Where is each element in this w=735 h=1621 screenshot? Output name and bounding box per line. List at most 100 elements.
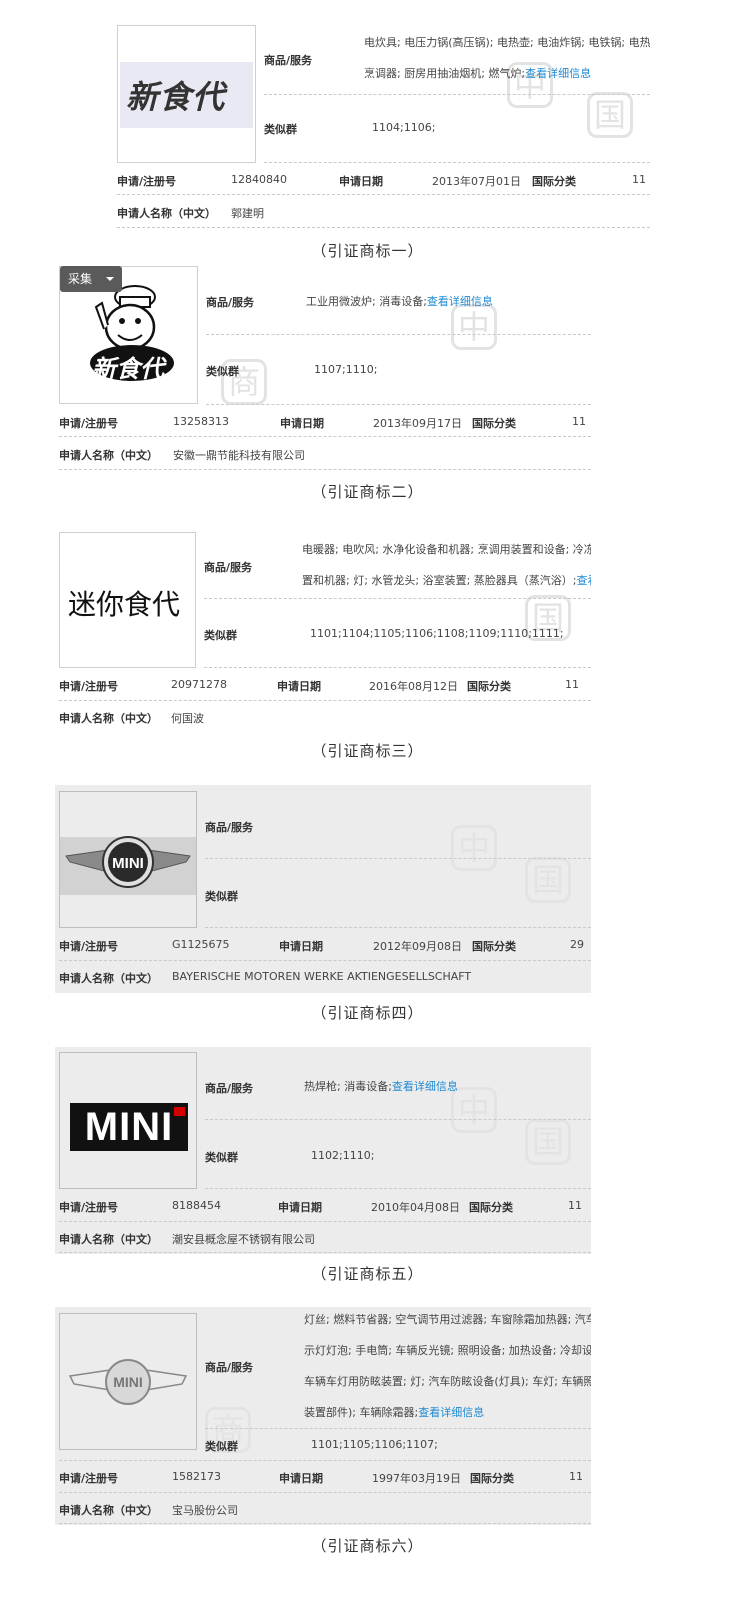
reg-no: 20971278 <box>171 678 227 691</box>
similar-groups: 1104;1106; <box>372 121 436 134</box>
reg-no-label: 申请/注册号 <box>59 1201 119 1214</box>
goods-label: 商品/服务 <box>205 1361 254 1374</box>
trademark-card-2: 中 商 新食代 商品/服务 工业用微波炉; 消毒设备;查看详细信息 类似群 11… <box>59 264 591 474</box>
intl-class-label: 国际分类 <box>467 680 511 693</box>
detail-link[interactable]: 查看 <box>577 574 591 587</box>
trademark-logo: MINI <box>59 1313 197 1450</box>
reg-no: 13258313 <box>173 415 229 428</box>
detail-link[interactable]: 查看详细信息 <box>525 67 591 80</box>
trademark-card-4: 中 国 MINI 商品/服务 类似群 申请/注册号 G1125675 申请日期 … <box>55 785 591 993</box>
app-date: 2013年09月17日 <box>373 417 462 430</box>
similar-label: 类似群 <box>205 1440 238 1453</box>
intl-class: 11 <box>565 678 579 691</box>
caption-5: （引证商标五） <box>311 1265 424 1283</box>
applicant-name: 宝马股份公司 <box>172 1504 238 1517</box>
applicant-label: 申请人名称（中文） <box>117 207 216 220</box>
trademark-logo: 新食代 <box>117 25 256 163</box>
app-date-label: 申请日期 <box>278 1201 322 1214</box>
caption-2: （引证商标二） <box>311 483 424 501</box>
intl-class: 11 <box>568 1199 582 1212</box>
intl-class: 11 <box>572 415 586 428</box>
mini-wings-logo-icon: MINI <box>68 1359 188 1405</box>
goods-text: 电暖器; 电吹风; 水净化设备和机器; 烹调用装置和设备; 冷冻 置和机器; 灯… <box>302 534 591 596</box>
similar-groups: 1101;1104;1105;1106;1108;1109;1110;1111; <box>310 627 564 640</box>
applicant-label: 申请人名称（中文） <box>59 712 158 725</box>
trademark-card-6: 商 MINI 商品/服务 灯丝; 燃料节省器; 空气调节用过滤器; 车窗除霜加热… <box>55 1307 591 1525</box>
applicant-name: 何国波 <box>171 712 204 725</box>
app-date: 2012年09月08日 <box>373 940 462 953</box>
reg-no-label: 申请/注册号 <box>117 175 177 188</box>
caption-4: （引证商标四） <box>311 1004 424 1022</box>
detail-link[interactable]: 查看详细信息 <box>427 295 493 308</box>
app-date: 2010年04月08日 <box>371 1201 460 1214</box>
mini-wings-logo-icon: MINI <box>65 836 191 888</box>
mini-logo-text: MINI <box>113 1374 143 1390</box>
goods-text: 电炊具; 电压力锅(高压锅); 电热壶; 电油炸锅; 电铁锅; 电热 烹调器; … <box>364 36 650 80</box>
mini-logo-text: MINI <box>112 855 144 872</box>
goods-label: 商品/服务 <box>206 296 255 309</box>
reg-no-label: 申请/注册号 <box>59 417 119 430</box>
app-date-label: 申请日期 <box>277 680 321 693</box>
detail-link[interactable]: 查看详细信息 <box>392 1080 458 1093</box>
intl-class: 29 <box>570 938 584 951</box>
applicant-label: 申请人名称（中文） <box>59 1233 158 1246</box>
detail-link[interactable]: 查看详细信息 <box>418 1406 484 1419</box>
trademark-card-3: 国 迷你食代 商品/服务 电暖器; 电吹风; 水净化设备和机器; 烹调用装置和设… <box>59 530 591 735</box>
trademark-logo-text: MINI <box>84 1105 174 1149</box>
app-date-label: 申请日期 <box>279 1472 323 1485</box>
app-date: 1997年03月19日 <box>372 1472 461 1485</box>
app-date-label: 申请日期 <box>279 940 323 953</box>
goods-label: 商品/服务 <box>205 821 254 834</box>
reg-no: G1125675 <box>172 938 230 951</box>
similar-groups: 1101;1105;1106;1107; <box>311 1438 438 1451</box>
goods-text: 灯丝; 燃料节省器; 空气调节用过滤器; 车窗除霜加热器; 汽车 示灯灯泡; 手… <box>304 1313 591 1419</box>
trademark-logo: MINI <box>59 1052 197 1189</box>
intl-class-label: 国际分类 <box>470 1472 514 1485</box>
trademark-logo: 迷你食代 <box>59 532 196 668</box>
app-date: 2013年07月01日 <box>432 175 521 188</box>
goods-text: 热焊枪; 消毒设备;查看详细信息 <box>304 1080 458 1093</box>
goods-text: 工业用微波炉; 消毒设备;查看详细信息 <box>306 295 493 308</box>
reg-no-label: 申请/注册号 <box>59 940 119 953</box>
similar-label: 类似群 <box>205 1151 238 1164</box>
goods-label: 商品/服务 <box>264 54 313 67</box>
similar-label: 类似群 <box>205 890 238 903</box>
trademark-card-1: 中 国 新食代 商品/服务 电炊具; 电压力锅(高压锅); 电热壶; 电油炸锅;… <box>117 22 650 232</box>
intl-class: 11 <box>569 1470 583 1483</box>
similar-label: 类似群 <box>264 123 297 136</box>
caret-down-icon <box>106 277 114 281</box>
caption-1: （引证商标一） <box>311 242 424 260</box>
trademark-card-5: 中 国 MINI 商品/服务 热焊枪; 消毒设备;查看详细信息 类似群 1102… <box>55 1047 591 1254</box>
applicant-name: BAYERISCHE MOTOREN WERKE AKTIENGESELLSCH… <box>172 970 472 983</box>
similar-groups: 1102;1110; <box>311 1149 375 1162</box>
intl-class-label: 国际分类 <box>472 940 516 953</box>
applicant-label: 申请人名称（中文） <box>59 972 158 985</box>
intl-class: 11 <box>632 173 646 186</box>
intl-class-label: 国际分类 <box>469 1201 513 1214</box>
intl-class-label: 国际分类 <box>472 417 516 430</box>
applicant-name: 安徽一鼎节能科技有限公司 <box>173 449 305 462</box>
reg-no: 8188454 <box>172 1199 221 1212</box>
reg-no-label: 申请/注册号 <box>59 680 119 693</box>
applicant-label: 申请人名称（中文） <box>59 449 158 462</box>
trademark-logo: MINI <box>59 791 197 928</box>
caption-6: （引证商标六） <box>311 1537 424 1555</box>
app-date-label: 申请日期 <box>339 175 383 188</box>
similar-groups: 1107;1110; <box>314 363 378 376</box>
app-date-label: 申请日期 <box>280 417 324 430</box>
applicant-label: 申请人名称（中文） <box>59 1504 158 1517</box>
trademark-logo-text: 迷你食代 <box>68 588 181 621</box>
applicant-name: 潮安县概念屋不锈钢有限公司 <box>172 1233 315 1246</box>
trademark-logo-text: 新食代 <box>126 78 226 116</box>
caption-3: （引证商标三） <box>311 742 424 760</box>
reg-no: 1582173 <box>172 1470 221 1483</box>
goods-label: 商品/服务 <box>205 1082 254 1095</box>
similar-label: 类似群 <box>206 365 239 378</box>
intl-class-label: 国际分类 <box>532 175 576 188</box>
collect-button[interactable]: 采集 <box>60 266 122 292</box>
goods-label: 商品/服务 <box>204 561 253 574</box>
app-date: 2016年08月12日 <box>369 680 458 693</box>
reg-no-label: 申请/注册号 <box>59 1472 119 1485</box>
applicant-name: 郭建明 <box>231 207 264 220</box>
similar-label: 类似群 <box>204 629 237 642</box>
